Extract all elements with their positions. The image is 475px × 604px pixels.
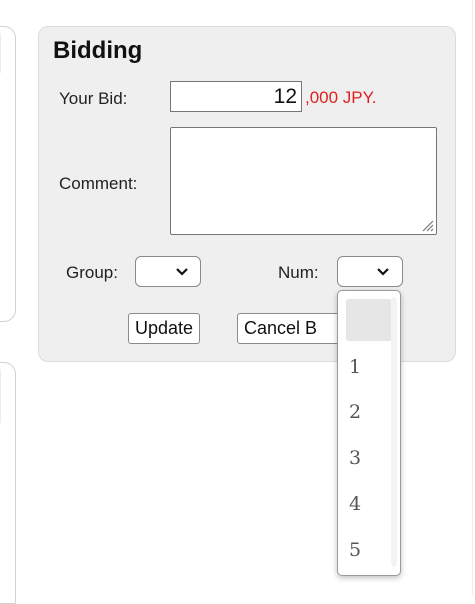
left-panel-bottom-header — [0, 363, 1, 423]
left-panel-top — [0, 26, 16, 322]
group-label: Group: — [66, 263, 118, 282]
num-label: Num: — [278, 263, 319, 282]
num-option-5[interactable]: 5 — [346, 529, 392, 571]
dropdown-scrollbar[interactable] — [391, 297, 397, 567]
panel-title: Bidding — [53, 37, 143, 64]
comment-label: Comment: — [59, 174, 138, 193]
update-button[interactable]: Update — [128, 313, 201, 344]
cancel-button[interactable]: Cancel B — [237, 313, 347, 344]
page-divider — [472, 0, 473, 595]
num-option-3[interactable]: 3 — [346, 437, 392, 479]
chevron-down-icon — [176, 268, 188, 276]
resize-grip-icon[interactable] — [420, 218, 434, 232]
left-panel-bottom — [0, 362, 16, 604]
bid-input[interactable] — [170, 81, 302, 112]
num-select[interactable] — [337, 256, 403, 287]
num-option-1[interactable]: 1 — [346, 346, 392, 388]
left-panel-top-header — [0, 27, 1, 73]
group-select[interactable] — [135, 256, 201, 287]
your-bid-label: Your Bid: — [59, 89, 128, 108]
comment-textarea[interactable] — [170, 127, 437, 235]
bid-unit-label: ,000 JPY. — [305, 88, 377, 107]
chevron-down-icon — [377, 268, 389, 276]
num-dropdown-list[interactable]: 1 2 3 4 5 — [337, 290, 401, 576]
num-option-2[interactable]: 2 — [346, 391, 392, 433]
num-option-blank[interactable] — [346, 299, 392, 341]
num-option-4[interactable]: 4 — [346, 483, 392, 525]
